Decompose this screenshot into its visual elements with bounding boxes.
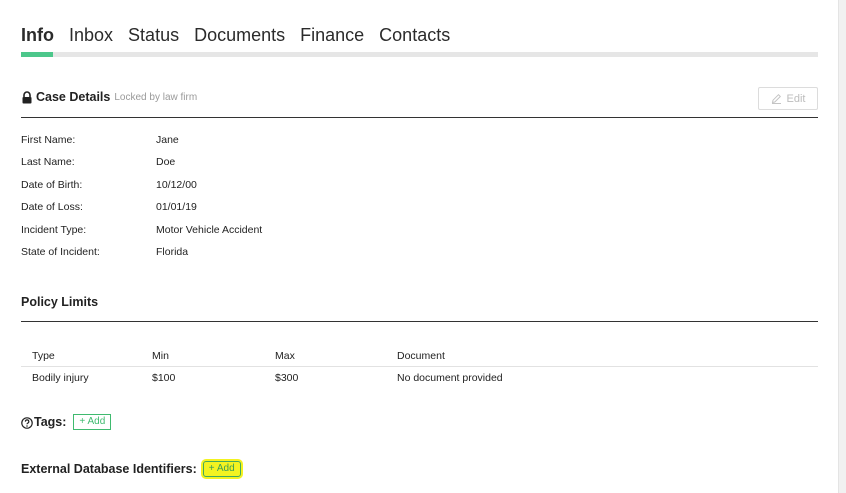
case-details-divider xyxy=(21,117,818,118)
detail-date-of-loss: Date of Loss: 01/01/19 xyxy=(21,201,197,213)
tab-bar: Info Inbox Status Documents Finance Cont… xyxy=(21,22,465,48)
detail-label: First Name xyxy=(21,134,73,146)
tab-finance[interactable]: Finance xyxy=(300,22,364,48)
tab-documents[interactable]: Documents xyxy=(194,22,285,48)
column-header-max: Max xyxy=(275,350,295,362)
edit-button[interactable]: Edit xyxy=(758,87,818,110)
policy-limits-title: Policy Limits xyxy=(21,295,99,309)
column-header-document: Document xyxy=(397,350,445,362)
table-header: Type Min Max Document xyxy=(21,346,818,367)
detail-value: Florida xyxy=(156,246,189,258)
add-tag-button[interactable]: + Add xyxy=(73,414,112,430)
cell-max: $300 xyxy=(275,372,299,384)
column-header-min: Min xyxy=(152,350,169,362)
cell-type: Bodily injury xyxy=(32,372,89,384)
policy-limits-divider xyxy=(21,321,818,322)
tags-section: Tags: + Add xyxy=(21,414,112,430)
detail-label: Date of Birth xyxy=(21,179,80,191)
detail-label: Last Name xyxy=(21,156,72,168)
detail-label: Date of Loss xyxy=(21,201,80,213)
tab-info[interactable]: Info xyxy=(21,22,54,48)
case-details-lock-note: Locked by law firm xyxy=(114,91,198,103)
table-row: Bodily injury $100 $300 No document prov… xyxy=(21,367,818,389)
pencil-icon xyxy=(771,93,782,104)
detail-incident-type: Incident Type: Motor Vehicle Accident xyxy=(21,224,263,236)
external-identifiers-label: External Database Identifiers: xyxy=(21,462,197,476)
detail-last-name: Last Name: Doe xyxy=(21,156,176,168)
detail-value: Jane xyxy=(156,134,179,146)
column-header-type: Type xyxy=(32,350,55,362)
policy-limits-table: Type Min Max Document Bodily injury $100… xyxy=(21,346,818,389)
edit-button-label: Edit xyxy=(786,92,806,105)
tags-label: Tags: xyxy=(34,415,67,429)
active-tab-indicator xyxy=(21,52,53,57)
detail-first-name: First Name: Jane xyxy=(21,134,179,146)
right-panel-border xyxy=(838,0,846,493)
detail-state-of-incident: State of Incident: Florida xyxy=(21,246,189,258)
detail-value: 10/12/00 xyxy=(156,179,197,191)
detail-date-of-birth: Date of Birth: 10/12/00 xyxy=(21,179,197,191)
detail-value: 01/01/19 xyxy=(156,201,197,213)
detail-value: Motor Vehicle Accident xyxy=(156,224,263,236)
tab-status[interactable]: Status xyxy=(128,22,179,48)
external-identifiers-section: External Database Identifiers: + Add xyxy=(21,461,241,477)
case-details-header: Case Details Locked by law firm xyxy=(21,90,197,104)
detail-value: Doe xyxy=(156,156,176,168)
cell-document: No document provided xyxy=(397,372,503,384)
tab-contacts[interactable]: Contacts xyxy=(379,22,450,48)
case-details-title: Case Details xyxy=(36,90,111,104)
add-external-identifier-button[interactable]: + Add xyxy=(202,461,241,477)
detail-label: Incident Type xyxy=(21,224,84,236)
tab-inbox[interactable]: Inbox xyxy=(69,22,113,48)
detail-label: State of Incident xyxy=(21,246,97,258)
cell-min: $100 xyxy=(152,372,176,384)
help-circle-icon[interactable] xyxy=(21,416,33,429)
lock-icon xyxy=(21,90,33,104)
tab-track xyxy=(21,52,818,57)
